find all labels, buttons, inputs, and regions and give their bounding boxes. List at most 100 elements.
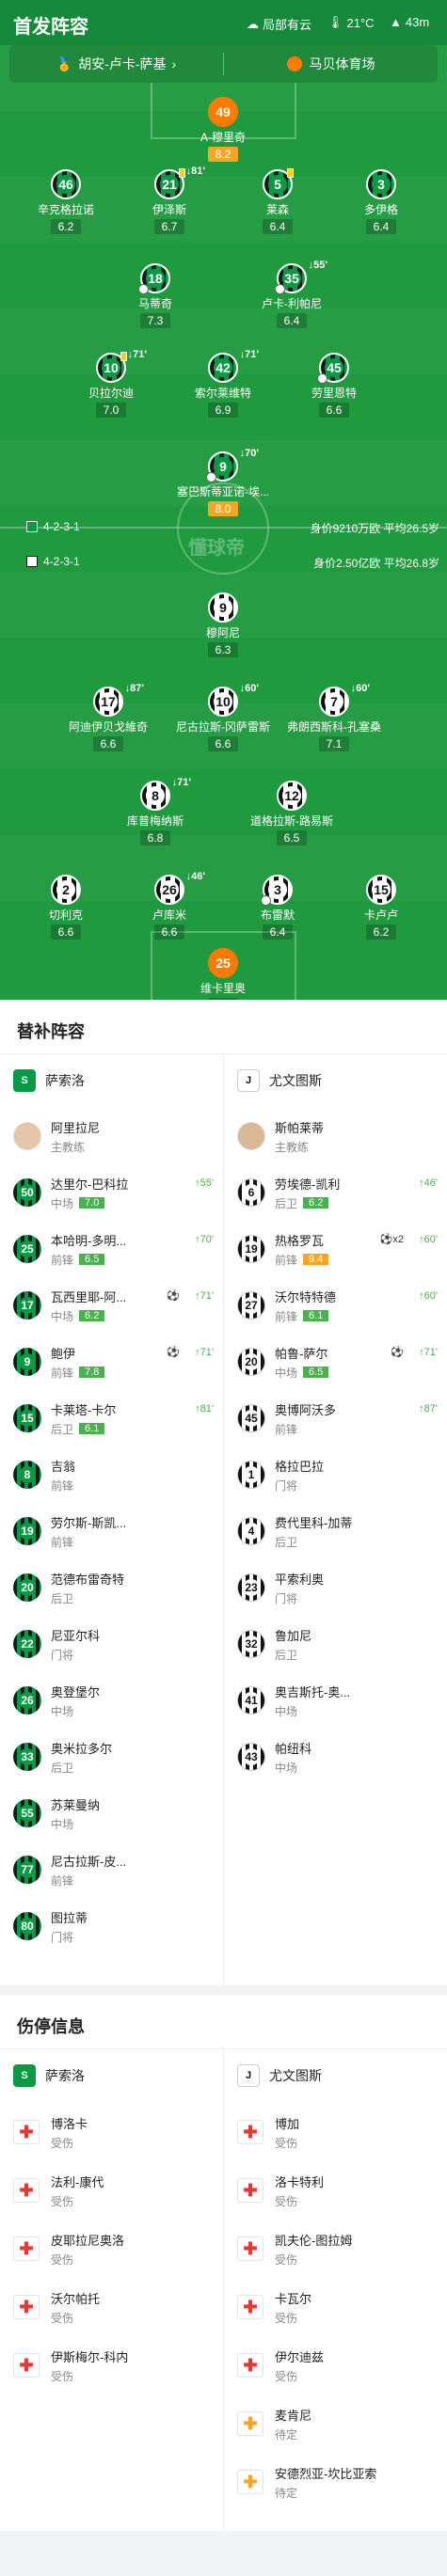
home-coach[interactable]: 阿里拉尼 主教练	[0, 1108, 223, 1164]
juv-player-4[interactable]: 8 ↓71' 库普梅纳斯 6.8	[104, 777, 207, 846]
medical-cross-icon: ✚	[237, 2353, 263, 2378]
juv-player-3[interactable]: 7 ↓60' 弗朗西斯科-孔塞桑 7.1	[282, 683, 386, 752]
juv-sub-7[interactable]: 23 平索利奥 门将	[224, 1559, 447, 1616]
shirt-icon: 10 ↓71'	[96, 349, 147, 383]
juv-player-5[interactable]: 12 道格拉斯-路易斯 6.5	[240, 781, 343, 846]
sub-position: 前锋	[51, 1873, 74, 1888]
player-rating: 6.3	[207, 642, 239, 657]
away-injury-3[interactable]: ✚ 卡瓦尔 受伤	[224, 2278, 447, 2336]
juv-sub-6[interactable]: 4 费代里科-加蒂 后卫	[224, 1503, 447, 1559]
pitch: 首发阵容 ☁ 局部有云 🌡 21°C ▲ 43m 🏅 胡安-卢卡-萨基 › 马贝体育场 懂…	[0, 0, 447, 1000]
home-injury-3[interactable]: ✚ 沃尔帕托 受伤	[0, 2278, 223, 2336]
player-name: 维卡里奥	[200, 982, 246, 995]
away-injury-2[interactable]: ✚ 凯夫伦-图拉姆 受伤	[224, 2220, 447, 2278]
juv-player-8[interactable]: 3 布雷默 6.4	[226, 875, 329, 940]
sub-position: 中场	[275, 1704, 298, 1718]
home-injury-0[interactable]: ✚ 博洛卡 受伤	[0, 2103, 223, 2161]
juv-player-2[interactable]: 10 ↓60' 尼古拉斯-冈萨雷斯 6.6	[171, 683, 275, 752]
sas-sub-4[interactable]: 15 卡莱塔-卡尔 后卫 6.1 ↑81'	[0, 1390, 223, 1446]
shirt-number: 12	[282, 786, 301, 805]
juv-sub-2[interactable]: 27 沃尔特特德 前锋 6.1 ↑60'	[224, 1277, 447, 1334]
sas-sub-7[interactable]: 20 范德布雷奇特 后卫	[0, 1559, 223, 1616]
sas-player-7[interactable]: 10 ↓71' 贝拉尔迪 7.0	[59, 349, 163, 419]
sas-player-8[interactable]: 42 ↓71' 索尔莱维特 6.9	[171, 349, 275, 419]
sas-sub-10[interactable]: 33 奥米拉多尔 后卫	[0, 1729, 223, 1785]
away-injury-0[interactable]: ✚ 博加 受伤	[224, 2103, 447, 2161]
sub-rating: 6.1	[79, 1423, 105, 1434]
medical-cross-icon: ✚	[237, 2120, 263, 2144]
sas-sub-3[interactable]: 9 鲍伊 前锋 7.8 ↑71' ⚽	[0, 1334, 223, 1390]
injury-status: 受伤	[275, 2369, 298, 2383]
sas-player-4[interactable]: 3 多伊格 6.4	[329, 169, 433, 235]
shirt-icon: 2	[51, 875, 81, 905]
juv-sub-9[interactable]: 41 奥吉斯托-奥... 中场	[224, 1672, 447, 1729]
goal-icon: ⚽	[167, 1347, 180, 1358]
referee-link[interactable]: 🏅 胡安-卢卡-萨基 ›	[9, 45, 223, 83]
injured-player-name: 麦肯尼	[275, 2408, 312, 2423]
player-name: 莱森	[265, 203, 289, 216]
sas-sub-6[interactable]: 19 劳尔斯-斯凯... 前锋	[0, 1503, 223, 1559]
juv-sub-3[interactable]: 20 帕鲁-萨尔 中场 6.5 ↑71' ⚽	[224, 1334, 447, 1390]
sas-sub-0[interactable]: 50 达里尔-巴科拉 中场 7.0 ↑55'	[0, 1164, 223, 1221]
sas-player-2[interactable]: 21 ↓81' 伊泽斯 6.7	[118, 166, 221, 235]
sas-sub-11[interactable]: 55 苏莱曼纳 中场	[0, 1785, 223, 1841]
away-coach[interactable]: 斯帕莱蒂 主教练	[224, 1108, 447, 1164]
player-name: 伊泽斯	[152, 203, 186, 216]
sas-player-9[interactable]: 45 劳里恩特 6.6	[282, 353, 386, 419]
injured-player-name: 沃尔帕托	[51, 2291, 101, 2306]
sas-sub-9[interactable]: 26 奥登堡尔 中场	[0, 1672, 223, 1729]
sub-in-indicator: ↑81'	[195, 1403, 214, 1414]
home-team-icon	[26, 521, 38, 532]
sas-player-1[interactable]: 46 辛克格拉诺 6.2	[14, 169, 118, 235]
sas-sub-12[interactable]: 77 尼古拉斯-皮... 前锋	[0, 1841, 223, 1898]
sub-position: 门将	[51, 1648, 74, 1662]
juv-sub-10[interactable]: 43 帕纽科 中场	[224, 1729, 447, 1785]
juv-player-6[interactable]: 2 切利克 6.6	[14, 875, 118, 940]
sub-position: 门将	[51, 1930, 74, 1944]
sas-sub-1[interactable]: 25 本哈明-多明... 前锋 6.5 ↑70'	[0, 1221, 223, 1277]
mountain-icon: ▲	[390, 15, 402, 29]
sas-sub-13[interactable]: 80 图拉蒂 门将	[0, 1898, 223, 1954]
juv-sub-8[interactable]: 32 鲁加尼 后卫	[224, 1616, 447, 1672]
subs-title: 替补阵容	[17, 1022, 85, 1041]
sub-name: 奥登堡尔	[51, 1684, 101, 1699]
away-injury-5[interactable]: ✚ 麦肯尼 待定	[224, 2394, 447, 2453]
away-injury-4[interactable]: ✚ 伊尔迪兹 受伤	[224, 2336, 447, 2394]
sas-player-0[interactable]: 49 A-穆里奇 8.2	[171, 97, 275, 163]
shirt-icon: 45	[237, 1404, 265, 1432]
home-injury-4[interactable]: ✚ 伊斯梅尔-科内 受伤	[0, 2336, 223, 2394]
sub-rating: 6.5	[303, 1367, 329, 1378]
sub-position: 中场	[51, 1817, 74, 1831]
juv-sub-4[interactable]: 45 奥博阿沃多 前锋 ↑87'	[224, 1390, 447, 1446]
juv-sub-1[interactable]: 19 热格罗瓦 前锋 9.4 ↑60' ⚽x2	[224, 1221, 447, 1277]
sub-name: 帕纽科	[275, 1741, 312, 1756]
juv-sub-5[interactable]: 1 格拉巴拉 门将	[224, 1446, 447, 1503]
home-injury-1[interactable]: ✚ 法利-康代 受伤	[0, 2161, 223, 2220]
home-injury-2[interactable]: ✚ 皮耶拉尼奥洛 受伤	[0, 2220, 223, 2278]
juv-player-7[interactable]: 26 ↓46' 卢库米 6.6	[118, 871, 221, 940]
shirt-number: 2	[56, 880, 75, 899]
player-name: 贝拉尔迪	[88, 387, 134, 400]
sas-sub-2[interactable]: 17 瓦西里耶-阿... 中场 6.2 ↑71' ⚽	[0, 1277, 223, 1334]
juv-sub-0[interactable]: 6 劳埃德-凯利 后卫 6.2 ↑46'	[224, 1164, 447, 1221]
sas-player-6[interactable]: 35 ↓55' 卢卡-利帕尼 6.4	[240, 260, 343, 329]
player-rating: 6.8	[139, 830, 171, 845]
juv-player-9[interactable]: 15 卡卢卢 6.2	[329, 875, 433, 940]
juv-player-10[interactable]: 25维卡里奥6.7	[171, 948, 275, 1000]
sub-rating: 6.5	[79, 1254, 105, 1265]
sas-player-10[interactable]: 9 ↓70' 塞巴斯蒂亚诺-埃... 8.0	[171, 448, 275, 517]
juv-player-1[interactable]: 17 ↓87' 阿迪伊贝戈維奇 6.6	[56, 683, 160, 752]
sub-name: 格拉巴拉	[275, 1459, 325, 1474]
juv-player-0[interactable]: 9 穆阿尼 6.3	[171, 593, 275, 658]
sas-sub-8[interactable]: 22 尼亚尔科 门将	[0, 1616, 223, 1672]
away-injury-6[interactable]: ✚ 安德烈亚-坎比亚索 待定	[224, 2453, 447, 2511]
away-injury-1[interactable]: ✚ 洛卡特利 受伤	[224, 2161, 447, 2220]
sub-name: 瓦西里耶-阿...	[51, 1289, 127, 1304]
sas-player-3[interactable]: 5 莱森 6.4	[226, 168, 329, 235]
sas-player-5[interactable]: 18 马蒂奇 7.3	[104, 263, 207, 329]
injury-status: 受伤	[51, 2252, 74, 2267]
shirt-number: 7	[325, 692, 343, 711]
temperature-info: 🌡 21°C	[327, 15, 375, 30]
sas-sub-5[interactable]: 8 吉翁 前锋	[0, 1446, 223, 1503]
sub-name: 尼古拉斯-皮...	[51, 1854, 127, 1869]
